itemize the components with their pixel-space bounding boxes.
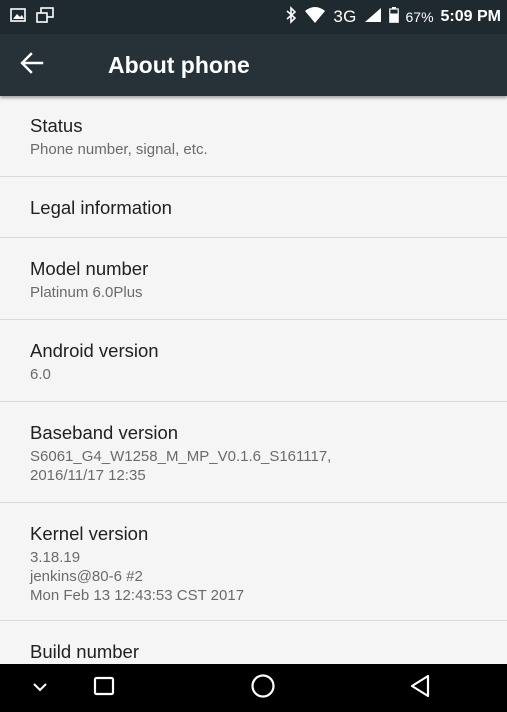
wifi-icon <box>304 6 326 29</box>
home-icon <box>250 673 276 704</box>
item-subtitle-line: Platinum 6.0Plus <box>30 284 143 301</box>
navigation-bar <box>0 664 507 712</box>
item-title: Status <box>30 115 83 136</box>
item-title: Build number <box>30 641 140 662</box>
settings-list: Status Phone number, signal, etc. Legal … <box>0 96 507 664</box>
list-item-android-version[interactable]: Android version 6.0 <box>0 320 507 402</box>
item-subtitle: 3.18.19 jenkins@80-6 #2 Mon Feb 13 12:43… <box>30 548 507 605</box>
gallery-icon <box>10 7 26 27</box>
item-subtitle-line: Mon Feb 13 12:43:53 CST 2017 <box>30 587 245 604</box>
item-title: Kernel version <box>30 523 149 544</box>
list-item-status[interactable]: Status Phone number, signal, etc. <box>0 96 507 177</box>
status-bar: 3G 67% 5:09 PM <box>0 0 507 34</box>
list-item-model-number[interactable]: Model number Platinum 6.0Plus <box>0 238 507 320</box>
item-subtitle-line: 3.18.19 <box>30 549 81 566</box>
item-subtitle-line: 6.0 <box>30 366 51 383</box>
app-bar: About phone <box>0 34 507 96</box>
back-nav-button[interactable] <box>390 664 450 712</box>
item-subtitle-line: 2016/11/17 12:35 <box>30 467 146 484</box>
item-title: Model number <box>30 258 149 279</box>
item-subtitle: S6061_G4_W1258_M_MP_V0.1.6_S161117, 2016… <box>30 447 507 485</box>
cast-icon <box>36 6 54 28</box>
page-title: About phone <box>108 51 250 78</box>
list-item-baseband-version[interactable]: Baseband version S6061_G4_W1258_M_MP_V0.… <box>0 402 507 503</box>
item-title: Legal information <box>30 197 172 218</box>
signal-icon <box>364 7 382 28</box>
network-type-label: 3G <box>333 7 357 26</box>
item-title: Android version <box>30 340 159 361</box>
battery-icon <box>388 6 399 28</box>
item-subtitle-line: Phone number, signal, etc. <box>30 141 208 158</box>
recent-apps-icon <box>93 676 115 701</box>
hide-keyboard-button[interactable] <box>10 664 70 712</box>
item-subtitle: 6.0 <box>30 365 507 384</box>
back-icon <box>409 674 431 703</box>
item-subtitle-line: jenkins@80-6 #2 <box>30 568 143 585</box>
item-subtitle: Phone number, signal, etc. <box>30 140 507 159</box>
list-item-kernel-version[interactable]: Kernel version 3.18.19 jenkins@80-6 #2 M… <box>0 503 507 621</box>
list-item-legal-information[interactable]: Legal information <box>0 177 507 238</box>
list-item-build-number[interactable]: Build number <box>0 621 507 664</box>
arrow-back-icon <box>20 51 44 79</box>
item-subtitle: Platinum 6.0Plus <box>30 283 507 302</box>
home-button[interactable] <box>233 664 293 712</box>
clock-label: 5:09 PM <box>440 8 501 25</box>
item-title: Baseband version <box>30 422 179 443</box>
status-bar-right: 3G 67% 5:09 PM <box>285 5 501 29</box>
recent-apps-button[interactable] <box>74 664 134 712</box>
back-button[interactable] <box>20 40 70 90</box>
hide-keyboard-icon <box>32 679 48 697</box>
bluetooth-icon <box>285 5 297 29</box>
battery-percent-label: 67% <box>405 9 434 25</box>
status-bar-left <box>10 6 54 28</box>
item-subtitle-line: S6061_G4_W1258_M_MP_V0.1.6_S161117, <box>30 448 332 465</box>
